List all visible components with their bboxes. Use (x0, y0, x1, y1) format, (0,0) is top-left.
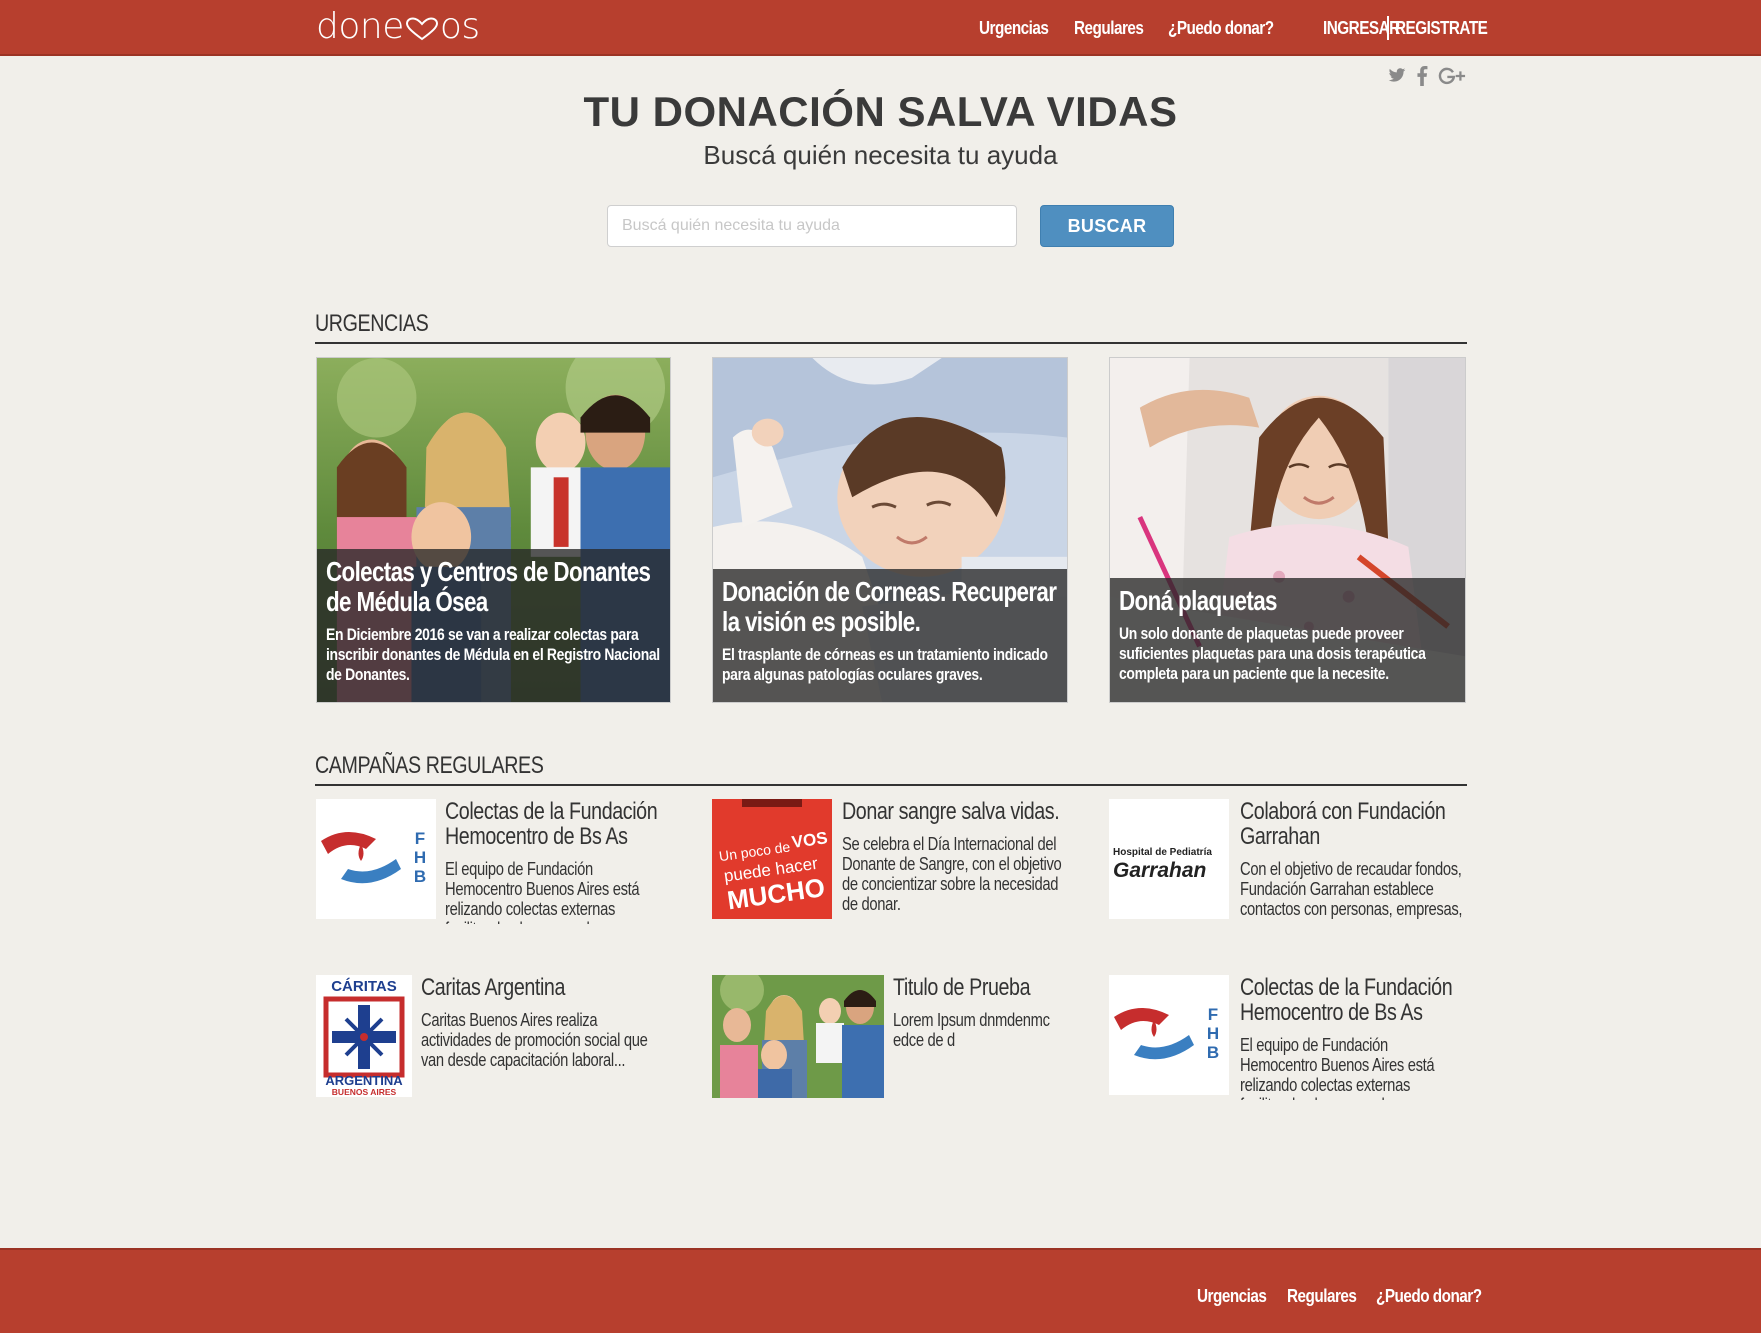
footer-nav-puedo-donar[interactable]: ¿Puedo donar? (1376, 1286, 1482, 1307)
card-description: En Diciembre 2016 se van a realizar cole… (326, 625, 660, 684)
campaign-text: Colectas de la Fundación Hemocentro de B… (1240, 975, 1466, 1100)
svg-text:B: B (1207, 1043, 1219, 1062)
campaign-text: Titulo de Prueba Lorem Ipsum dnmdenmc ed… (893, 975, 1068, 1050)
campaign-title[interactable]: Colaborá con Fundación Garrahan (1240, 799, 1466, 849)
svg-text:F: F (1208, 1005, 1218, 1024)
top-navbar: done os Urgencias Regulares ¿Puedo donar… (0, 0, 1761, 56)
svg-text:CÁRITAS: CÁRITAS (331, 978, 397, 995)
campaign-text: Caritas Argentina Caritas Buenos Aires r… (421, 975, 671, 1070)
campaign-title[interactable]: Donar sangre salva vidas. (842, 799, 1068, 824)
caritas-logo-image: CÁRITAS ARGENTINA BUENOS AIRES (316, 975, 412, 1097)
donar-sangre-logo: Un poco de VOS puede hacer MUCHO (712, 799, 832, 919)
fhb-logo-icon: F H B (1114, 1005, 1219, 1062)
fhb-logo: F H B (316, 799, 436, 919)
footer-nav-regulares[interactable]: Regulares (1287, 1286, 1357, 1307)
urgencias-heading-text: URGENCIAS (315, 310, 429, 337)
campaign-title[interactable]: Caritas Argentina (421, 975, 671, 1000)
campaign-title[interactable]: Colectas de la Fundación Hemocentro de B… (1240, 975, 1466, 1025)
facebook-icon[interactable] (1416, 66, 1428, 86)
footer: Urgencias Regulares ¿Puedo donar? (0, 1248, 1761, 1333)
svg-text:B: B (414, 867, 426, 886)
garrahan-logo: Hospital de Pediatría Garrahan (1109, 799, 1229, 919)
twitter-icon[interactable] (1388, 66, 1406, 84)
campaign-title[interactable]: Colectas de la Fundación Hemocentro de B… (445, 799, 671, 849)
card-overlay: Colectas y Centros de Donantes de Médula… (317, 549, 670, 702)
campaign-description: Lorem Ipsum dnmdenmc edce de d (893, 1010, 1050, 1050)
svg-text:Garrahan: Garrahan (1113, 859, 1206, 882)
nav-puedo-donar[interactable]: ¿Puedo donar? (1168, 18, 1274, 39)
svg-text:Hospital de Pediatría: Hospital de Pediatría (1113, 847, 1212, 858)
campaign-description: Con el objetivo de recaudar fondos, Fund… (1240, 859, 1463, 919)
urgency-card-medula[interactable]: Colectas y Centros de Donantes de Médula… (316, 357, 671, 703)
svg-text:F: F (415, 829, 425, 848)
hero-title: TU DONACIÓN SALVA VIDAS (583, 88, 1178, 135)
google-plus-icon[interactable] (1438, 66, 1466, 86)
svg-text:BUENOS AIRES: BUENOS AIRES (332, 1087, 397, 1097)
urgency-card-corneas[interactable]: Donación de Corneas. Recuperar la visión… (712, 357, 1068, 703)
family-thumbnail-image (712, 975, 884, 1098)
logo-text-right: os (439, 6, 480, 47)
nav-regulares[interactable]: Regulares (1074, 18, 1144, 39)
caritas-logo: CÁRITAS ARGENTINA BUENOS AIRES (316, 975, 412, 1097)
svg-text:H: H (414, 848, 426, 867)
campaign-item[interactable]: F H B Colectas de la Fundación Hemocentr… (316, 799, 671, 924)
logo-text-left: done (316, 6, 404, 47)
card-title[interactable]: Doná plaquetas (1119, 586, 1456, 616)
campaign-item[interactable]: F H B Colectas de la Fundación Hemocentr… (1109, 975, 1466, 1100)
svg-text:ARGENTINA: ARGENTINA (325, 1073, 403, 1088)
card-description: El trasplante de córneas es un tratamien… (722, 645, 1048, 684)
campaign-title[interactable]: Titulo de Prueba (893, 975, 1068, 1000)
fhb-logo: F H B (1109, 975, 1229, 1095)
nav-divider (1387, 16, 1389, 40)
nav-urgencias[interactable]: Urgencias (979, 18, 1049, 39)
hero-subtitle: Buscá quién necesita tu ayuda (703, 140, 1058, 170)
campaign-description: El equipo de Fundación Hemocentro Buenos… (445, 859, 640, 924)
regulares-heading-text: CAMPAÑAS REGULARES (315, 752, 544, 779)
donar-sangre-image: Un poco de VOS puede hacer MUCHO (712, 799, 832, 919)
campaign-description: Se celebra el Día Internacional del Dona… (842, 834, 1062, 914)
campaign-item[interactable]: Hospital de Pediatría Garrahan Colaborá … (1109, 799, 1466, 924)
campaign-description: El equipo de Fundación Hemocentro Buenos… (1240, 1035, 1435, 1100)
garrahan-logo-image: Hospital de Pediatría Garrahan (1113, 847, 1212, 882)
family-thumbnail (712, 975, 884, 1098)
urgency-card-plaquetas[interactable]: Doná plaquetas Un solo donante de plaque… (1109, 357, 1466, 703)
campaign-description: Caritas Buenos Aires realiza actividades… (421, 1010, 648, 1070)
card-overlay: Doná plaquetas Un solo donante de plaque… (1110, 578, 1465, 702)
heart-logo-icon (405, 16, 438, 40)
campaign-text: Colaborá con Fundación Garrahan Con el o… (1240, 799, 1466, 919)
campaign-text: Colectas de la Fundación Hemocentro de B… (445, 799, 671, 924)
footer-nav-urgencias[interactable]: Urgencias (1197, 1286, 1267, 1307)
search-input[interactable] (607, 205, 1017, 247)
fhb-logo-icon: F H B (321, 829, 426, 886)
card-title[interactable]: Donación de Corneas. Recuperar la visión… (722, 577, 1058, 637)
regulares-heading: CAMPAÑAS REGULARES (315, 752, 1467, 786)
card-overlay: Donación de Corneas. Recuperar la visión… (713, 569, 1067, 702)
campaign-item[interactable]: CÁRITAS ARGENTINA BUENOS AIRES Caritas A… (316, 975, 671, 1100)
register-link[interactable]: REGISTRATE (1395, 18, 1488, 39)
urgencias-heading: URGENCIAS (315, 310, 1467, 344)
search-button[interactable]: BUSCAR (1040, 205, 1174, 247)
svg-text:H: H (1207, 1024, 1219, 1043)
logo[interactable]: done os (316, 6, 480, 47)
campaign-text: Donar sangre salva vidas. Se celebra el … (842, 799, 1068, 914)
card-title[interactable]: Colectas y Centros de Donantes de Médula… (326, 557, 661, 617)
campaign-item[interactable]: Titulo de Prueba Lorem Ipsum dnmdenmc ed… (712, 975, 1068, 1100)
card-description: Un solo donante de plaquetas puede prove… (1119, 624, 1426, 683)
social-links (1388, 66, 1466, 86)
campaign-item[interactable]: Un poco de VOS puede hacer MUCHO Donar s… (712, 799, 1068, 924)
